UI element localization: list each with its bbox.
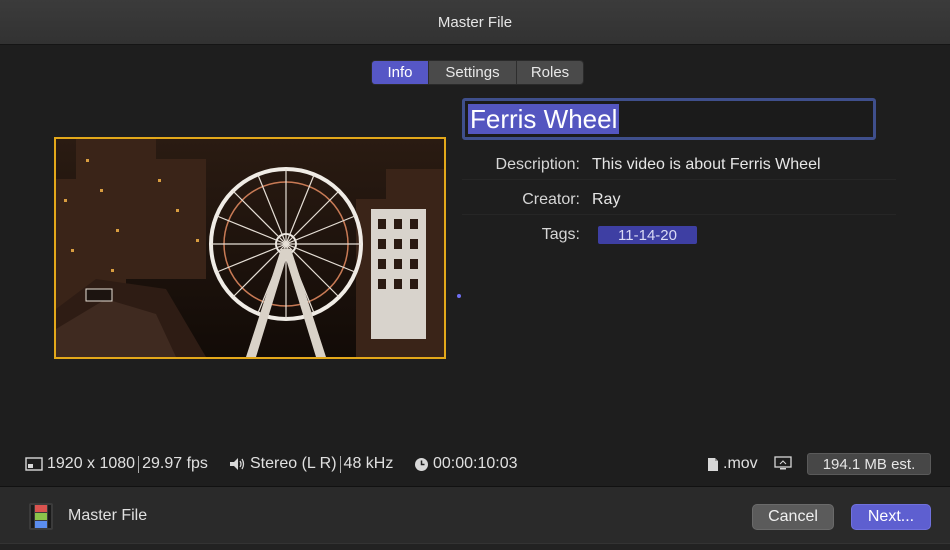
sample-rate-text: 48 kHz [343,455,394,472]
tag-chip[interactable]: 11-14-20 [598,226,697,244]
tab-roles[interactable]: Roles [517,61,583,84]
resolution-text: 1920 x 1080 [47,455,136,472]
tab-settings[interactable]: Settings [429,61,517,84]
window-title: Master File [437,13,513,31]
footer-destination-label: Master File [68,507,148,524]
format-info-bar: 1920 x 1080 29.97 fps Stereo (L R) 48 kH… [0,440,950,487]
separator [138,455,140,473]
file-size-estimate: 194.1 MB est. [807,453,931,475]
tags-label: Tags: [541,226,580,243]
destination-device[interactable] [774,456,792,471]
title-input[interactable]: Ferris Wheel [462,98,876,140]
duration-info: 00:00:10:03 [414,455,518,473]
description-row: Description: This video is about Ferris … [462,151,896,180]
creator-field[interactable]: Ray [592,191,620,209]
description-label: Description: [495,156,580,173]
timeline-ruler [0,543,950,550]
tab-info[interactable]: Info [372,61,429,84]
film-strip-icon [29,503,53,530]
cancel-button[interactable]: Cancel [752,504,834,530]
duration-text: 00:00:10:03 [433,455,518,472]
separator [339,455,341,473]
speaker-icon [230,458,245,470]
video-preview-thumbnail [54,137,446,359]
display-icon [774,456,792,470]
audio-channels-text: Stereo (L R) [250,455,337,472]
frame-size-icon [25,457,43,471]
document-icon [708,457,718,471]
next-button[interactable]: Next... [851,504,931,530]
creator-row: Creator: Ray [462,186,896,215]
creator-label: Creator: [522,191,580,208]
segmented-tabs: Info Settings Roles [371,60,584,85]
title-selected-text: Ferris Wheel [468,104,620,134]
description-field[interactable]: This video is about Ferris Wheel [592,156,821,174]
frame-rate-text: 29.97 fps [142,455,208,472]
playhead-marker [457,294,461,298]
video-format-info: 1920 x 1080 29.97 fps [25,455,208,473]
dialog-footer: Master File Cancel Next... [0,487,950,550]
tags-row: Tags: 11-14-20 [462,221,896,249]
window-titlebar: Master File [0,0,950,45]
clock-icon [415,457,428,471]
file-type-text: .mov [723,455,758,472]
file-type-info: .mov [707,455,758,473]
audio-format-info: Stereo (L R) 48 kHz [229,455,393,473]
ferris-wheel-image [56,139,444,357]
